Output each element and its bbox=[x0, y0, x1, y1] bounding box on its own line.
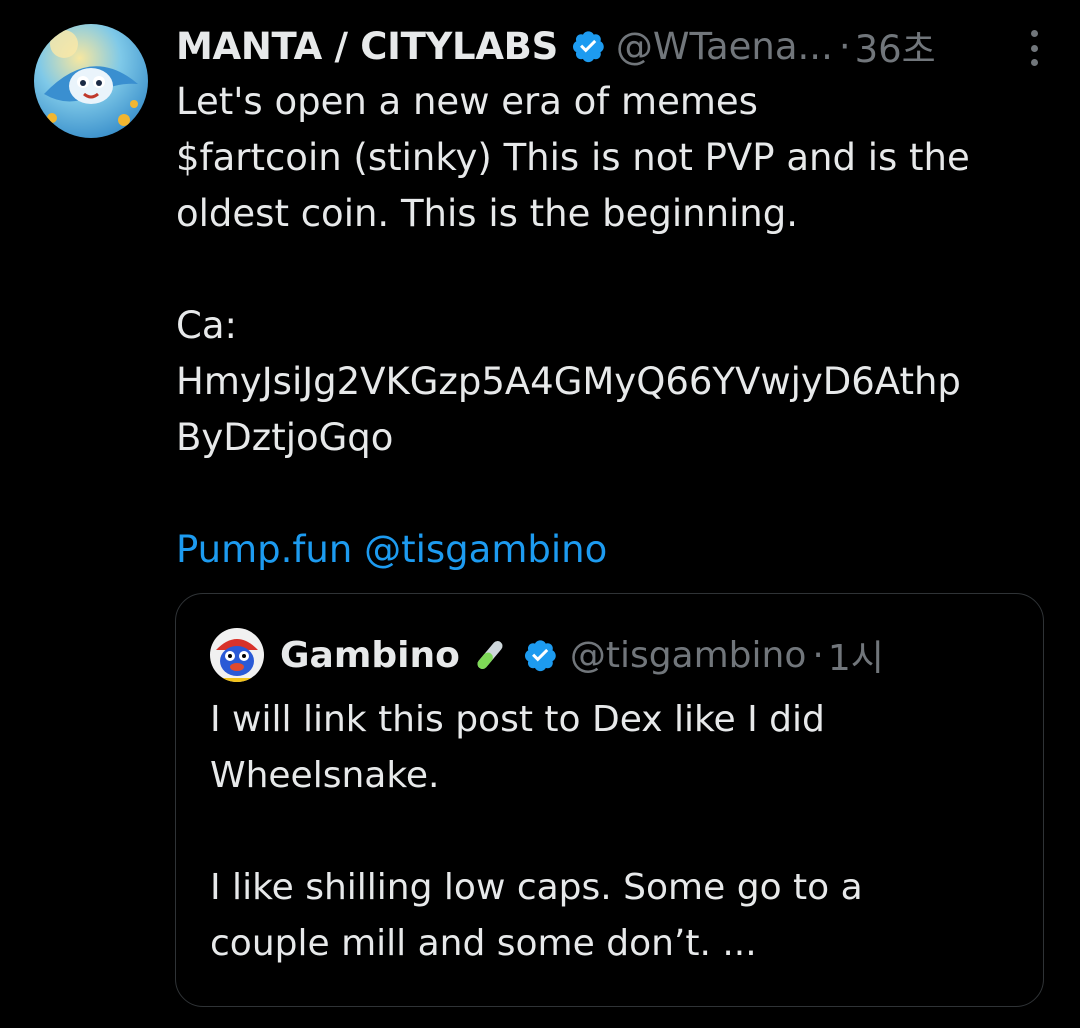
author-avatar[interactable] bbox=[34, 24, 148, 138]
manta-avatar-image bbox=[34, 24, 148, 138]
quoted-author-name[interactable]: Gambino bbox=[280, 635, 460, 676]
verified-badge-icon[interactable] bbox=[522, 637, 558, 673]
quoted-tweet-header: Gambino @tisgambino · 1시 bbox=[210, 624, 1033, 686]
author-name[interactable]: MANTA / CITYLABS bbox=[176, 25, 558, 68]
quoted-line: I like shilling low caps. Some go to a bbox=[210, 867, 863, 908]
quoted-line: couple mill and some don’t. ... bbox=[210, 923, 757, 964]
tweet-line: Let's open a new era of memes bbox=[176, 80, 758, 123]
contract-address-line: HmyJsiJg2VKGzp5A4GMyQ66YVwjyD6Athp bbox=[176, 360, 961, 403]
quoted-line: Wheelsnake. bbox=[210, 755, 440, 796]
tweet-line: Ca: bbox=[176, 304, 237, 347]
mention-link[interactable]: @tisgambino bbox=[364, 528, 607, 571]
quoted-tweet-card[interactable]: Gambino @tisgambino · 1시 I will link thi… bbox=[175, 593, 1044, 1007]
quoted-tweet-text: I will link this post to Dex like I did … bbox=[210, 692, 1010, 972]
author-handle[interactable]: @WTaena... bbox=[616, 25, 833, 68]
quoted-author-handle[interactable]: @tisgambino bbox=[570, 635, 807, 676]
quoted-author-avatar[interactable] bbox=[210, 628, 264, 682]
separator-dot: · bbox=[838, 24, 851, 68]
tweet-header: MANTA / CITYLABS @WTaena... · 36초 bbox=[176, 18, 1060, 74]
tweet-line bbox=[176, 466, 1056, 522]
separator-dot: · bbox=[812, 634, 824, 676]
pumpfun-link[interactable]: Pump.fun bbox=[176, 528, 352, 571]
quoted-line bbox=[210, 804, 1010, 860]
tweet-line: $fartcoin (stinky) This is not PVP and i… bbox=[176, 136, 970, 179]
tweet-text: Let's open a new era of memes $fartcoin … bbox=[176, 74, 1056, 578]
more-options-icon[interactable] bbox=[1028, 30, 1040, 66]
quoted-line: I will link this post to Dex like I did bbox=[210, 699, 825, 740]
timestamp[interactable]: 36초 bbox=[855, 19, 936, 73]
contract-address-line: ByDztjoGqo bbox=[176, 416, 394, 459]
gambino-avatar-image bbox=[210, 628, 264, 682]
tweet-line bbox=[176, 242, 1056, 298]
links-line: Pump.fun @tisgambino bbox=[176, 522, 1056, 578]
quoted-timestamp[interactable]: 1시 bbox=[828, 629, 884, 681]
verified-badge-icon[interactable] bbox=[570, 28, 606, 64]
tweet-line: oldest coin. This is the beginning. bbox=[176, 192, 799, 235]
test-tube-icon bbox=[477, 641, 503, 669]
